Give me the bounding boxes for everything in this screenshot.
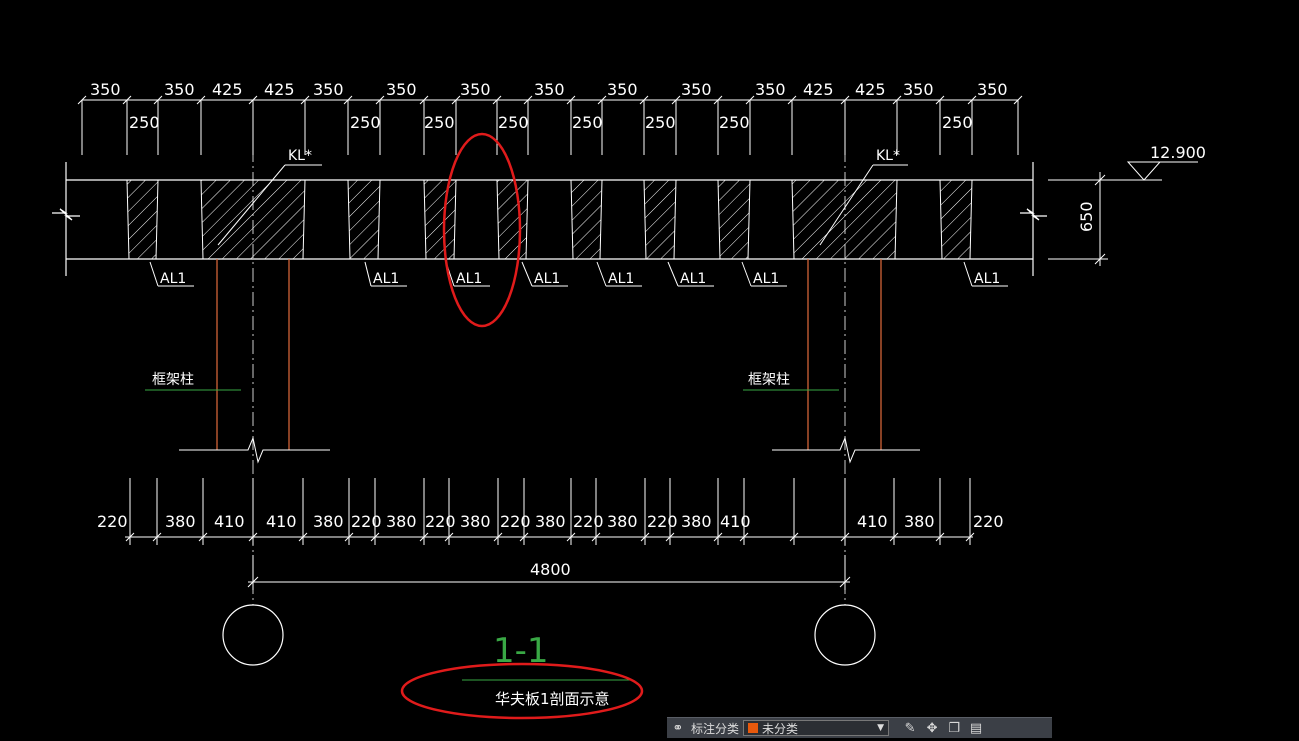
frame-columns — [216, 259, 882, 450]
top-dim-label: 350 — [386, 80, 417, 99]
top-dim-label: 350 — [534, 80, 565, 99]
al1-label: AL1 — [680, 271, 706, 287]
cad-canvas[interactable]: 350 350 425 425 350 350 350 350 350 350 350 425 425 3… — [0, 0, 1299, 737]
move-icon[interactable]: ✥ — [921, 719, 943, 737]
top-dim-label: 425 — [264, 80, 295, 99]
al1-labels: AL1 AL1 AL1 AL1 AL1 AL1 AL1 AL1 — [149, 261, 1008, 287]
top-dim-label: 425 — [855, 80, 886, 99]
axis-bubble-right — [814, 604, 876, 666]
bottom-dim-label: 410 — [266, 512, 297, 531]
top-dim-label-inner: 250 — [129, 113, 160, 132]
al1-label: AL1 — [608, 271, 634, 287]
bottom-dim-label: 380 — [165, 512, 196, 531]
concrete-rib — [717, 179, 751, 260]
top-dimension-texts: 350 350 425 425 350 350 350 350 350 350 350 425 425 3… — [90, 80, 1008, 132]
column-label-right: 框架柱 — [748, 372, 790, 388]
al1-label: AL1 — [160, 271, 186, 287]
concrete-rib — [347, 179, 381, 260]
bottom-dim-label: 220 — [351, 512, 382, 531]
column-label-left: 框架柱 — [152, 372, 194, 388]
category-color-swatch — [748, 723, 759, 733]
bottom-dim-label: 380 — [607, 512, 638, 531]
top-dim-label: 350 — [681, 80, 712, 99]
bottom-dim-label: 220 — [573, 512, 604, 531]
annotation-category-select[interactable]: 未分类 ▼ — [743, 720, 890, 736]
top-dim-label-inner: 250 — [498, 113, 529, 132]
top-dim-label: 350 — [977, 80, 1008, 99]
bottom-dim-label: 380 — [681, 512, 712, 531]
top-dim-label: 350 — [313, 80, 344, 99]
elevation-text: 12.900 — [1150, 143, 1206, 162]
beam-label-right: KL* — [876, 148, 900, 164]
chevron-down-icon: ▼ — [877, 723, 885, 733]
overall-dimension: 4800 — [247, 555, 851, 590]
concrete-rib — [570, 179, 603, 260]
top-dim-label-inner: 250 — [350, 113, 381, 132]
slab-outline — [52, 162, 1047, 276]
top-dim-label: 425 — [212, 80, 243, 99]
copy-icon[interactable]: ❐ — [943, 719, 965, 737]
top-dim-label-inner: 250 — [719, 113, 750, 132]
bottom-dim-label: 380 — [386, 512, 417, 531]
edit-icon[interactable]: ✎ — [899, 719, 921, 737]
top-dimension-lines — [77, 95, 1023, 155]
top-dim-label: 350 — [607, 80, 638, 99]
concrete-rib — [423, 179, 457, 260]
bottom-dim-label: 220 — [973, 512, 1004, 531]
section-title: 华夫板1剖面示意 — [495, 690, 610, 708]
elevation-mark: 12.900 — [1048, 143, 1206, 181]
al1-label: AL1 — [534, 271, 560, 287]
bottom-dim-label: 380 — [904, 512, 935, 531]
link-icon[interactable]: ⚭ — [667, 719, 689, 737]
top-dim-label: 425 — [803, 80, 834, 99]
top-dim-label: 350 — [164, 80, 195, 99]
bottom-dim-label: 410 — [214, 512, 245, 531]
al1-label: AL1 — [373, 271, 399, 287]
top-dim-label-inner: 250 — [424, 113, 455, 132]
bottom-dim-label: 220 — [97, 512, 128, 531]
height-dimension-text: 650 — [1077, 201, 1096, 232]
column-labels: 框架柱 框架柱 — [145, 372, 839, 391]
bottom-dim-label: 410 — [720, 512, 751, 531]
column-break-lines — [179, 436, 920, 464]
al1-label: AL1 — [974, 271, 1000, 287]
bottom-dim-label: 220 — [500, 512, 531, 531]
height-dimension: 650 — [1048, 172, 1108, 266]
category-select-value: 未分类 — [762, 721, 799, 736]
top-dim-label-inner: 250 — [942, 113, 973, 132]
bottom-dim-label: 410 — [857, 512, 888, 531]
bottom-dim-label: 380 — [460, 512, 491, 531]
concrete-rib — [939, 179, 973, 260]
al1-label: AL1 — [456, 271, 482, 287]
axis-bubble-left — [222, 604, 284, 666]
top-dim-label: 350 — [903, 80, 934, 99]
annotation-category-label: 标注分类 — [691, 721, 740, 736]
concrete-rib — [643, 179, 677, 260]
al1-label: AL1 — [753, 271, 779, 287]
overall-dimension-text: 4800 — [530, 560, 571, 579]
annotation-toolbar: ⚭ 标注分类 未分类 ▼ ✎ ✥ ❐ ▤ — [667, 717, 1052, 738]
top-dim-label: 350 — [755, 80, 786, 99]
top-dim-label-inner: 250 — [572, 113, 603, 132]
section-drawing: 350 350 425 425 350 350 350 350 350 350 350 425 425 3… — [52, 80, 1206, 720]
beam-label-left: KL* — [288, 148, 312, 164]
bottom-dimension-texts: 220 380 410 410 380 220 380 220 380 220 380 220 380 2… — [97, 512, 1004, 531]
concrete-rib — [126, 179, 159, 260]
bottom-dim-label: 220 — [425, 512, 456, 531]
top-dim-label: 350 — [460, 80, 491, 99]
paste-icon[interactable]: ▤ — [965, 719, 987, 737]
top-dim-label: 350 — [90, 80, 121, 99]
bottom-dim-label: 380 — [313, 512, 344, 531]
concrete-rib — [496, 179, 529, 260]
bottom-dim-label: 380 — [535, 512, 566, 531]
concrete-rib — [791, 179, 898, 260]
top-dim-label-inner: 250 — [645, 113, 676, 132]
bottom-dim-label: 220 — [647, 512, 678, 531]
